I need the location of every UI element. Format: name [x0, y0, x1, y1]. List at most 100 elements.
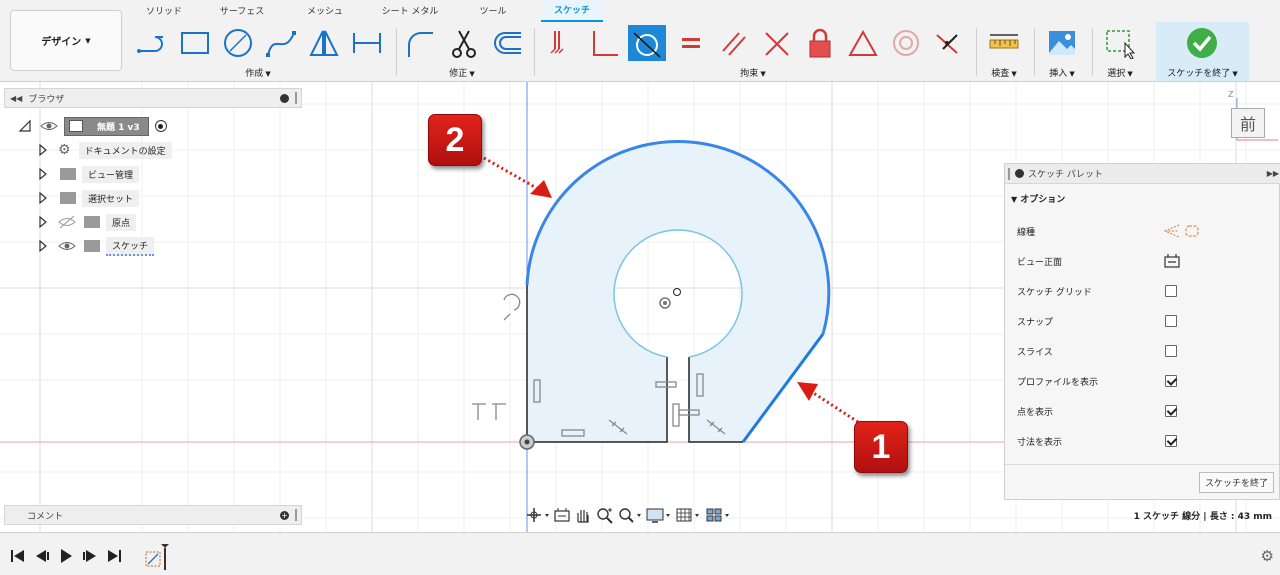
display-settings-icon[interactable] [644, 506, 674, 524]
perpendicular-constraint-button[interactable] [587, 26, 623, 60]
coincident-constraint-button[interactable] [759, 26, 795, 60]
tree-item-view-management[interactable]: ビュー管理 [38, 165, 140, 183]
tree-item-origin[interactable]: 原点 [38, 213, 137, 231]
equal-icon [682, 38, 700, 48]
grid-settings-icon[interactable] [674, 506, 704, 524]
divider [1034, 28, 1035, 76]
activate-radio-icon[interactable] [154, 120, 167, 132]
tree-root[interactable]: 無題 1 v3 [18, 116, 167, 136]
pan-hand-icon[interactable] [572, 506, 594, 524]
drag-handle-icon[interactable] [295, 509, 297, 521]
look-at-icon[interactable] [1163, 253, 1181, 269]
centerline-icon[interactable] [1183, 223, 1201, 239]
rectangle-tool-button[interactable] [177, 26, 213, 60]
orbit-icon[interactable] [526, 506, 552, 524]
palette-row-slice: スライス [1017, 336, 1267, 366]
zoom-icon[interactable] [594, 506, 616, 524]
fit-zoom-icon[interactable] [616, 506, 644, 524]
timeline-sketch-feature[interactable] [144, 542, 170, 570]
sketch-grid-checkbox[interactable] [1165, 285, 1177, 297]
construction-line-icon[interactable] [1163, 223, 1181, 239]
tab-tools[interactable]: ツール [478, 4, 508, 17]
concentric-constraint-button[interactable] [888, 26, 924, 60]
minimize-icon[interactable] [1015, 169, 1024, 178]
insert-group-label[interactable]: 挿入 ▼ [1042, 66, 1082, 79]
palette-row-label: プロファイルを表示 [1017, 377, 1099, 388]
collapsed-icon[interactable] [38, 192, 48, 204]
snap-checkbox[interactable] [1165, 315, 1177, 327]
timeline-settings-gear-icon[interactable]: ⚙ [1261, 547, 1274, 565]
folder-icon [84, 240, 100, 252]
add-comment-icon[interactable]: + [280, 510, 289, 520]
show-profile-checkbox[interactable] [1165, 375, 1177, 387]
modify-group-label[interactable]: 修正 ▼ [442, 66, 482, 79]
eye-icon[interactable] [58, 239, 76, 253]
browser-panel-header[interactable]: ◀◀ ブラウザ [4, 88, 302, 108]
line-tool-button[interactable] [134, 26, 170, 60]
divider [396, 28, 397, 76]
fillet-tool-button[interactable] [402, 26, 438, 60]
drag-handle-icon[interactable] [295, 92, 297, 104]
insert-image-button[interactable] [1044, 26, 1080, 60]
workspace-dropdown[interactable]: デザイン ▼ [10, 10, 122, 71]
step-back-icon[interactable] [34, 549, 50, 563]
viewports-icon[interactable] [704, 506, 734, 524]
constraints-group-label[interactable]: 拘束 ▼ [733, 66, 773, 79]
lock-constraint-button[interactable] [802, 26, 838, 60]
view-cube[interactable]: 前 [1231, 108, 1265, 138]
collapsed-icon[interactable] [38, 240, 48, 252]
create-group-label[interactable]: 作成 ▼ [238, 66, 278, 79]
tree-item-document-settings[interactable]: ⚙ ドキュメントの設定 [38, 141, 172, 159]
tree-item-selection-sets[interactable]: 選択セット [38, 189, 140, 207]
collapsed-icon[interactable] [38, 144, 48, 156]
inspect-group-label[interactable]: 検査 ▼ [984, 66, 1024, 79]
collapsed-icon[interactable] [38, 216, 48, 228]
dimension-tool-button[interactable] [349, 26, 385, 60]
measure-tool-button[interactable] [986, 26, 1022, 60]
look-at-icon[interactable] [552, 506, 572, 524]
drag-handle-icon[interactable] [1008, 167, 1010, 180]
expanded-icon[interactable] [18, 119, 32, 133]
palette-row-look-at: ビュー正面 [1017, 246, 1267, 276]
collapsed-icon[interactable] [38, 168, 48, 180]
go-to-end-icon[interactable] [106, 549, 122, 563]
show-dimensions-checkbox[interactable] [1165, 435, 1177, 447]
collapse-icon[interactable]: ◀◀ [10, 94, 22, 103]
equal-constraint-button[interactable] [673, 26, 709, 60]
circle-tool-button[interactable] [220, 26, 256, 60]
options-section-header[interactable]: ▼ オプション [1011, 192, 1065, 205]
palette-header[interactable]: スケッチ パレット ▶▶ [1005, 164, 1280, 184]
parallel-constraint-button[interactable] [716, 26, 752, 60]
eye-hidden-icon[interactable] [58, 215, 76, 229]
show-points-checkbox[interactable] [1165, 405, 1177, 417]
view-cube-face: 前 [1239, 115, 1256, 134]
tab-sketch[interactable]: スケッチ [541, 0, 603, 22]
chevron-down-icon: ▼ [1011, 195, 1018, 204]
expand-icon[interactable]: ▶▶ [1267, 169, 1279, 178]
comments-panel-header[interactable]: コメント + [4, 505, 302, 525]
tab-mesh[interactable]: メッシュ [305, 4, 345, 17]
tree-item-sketches[interactable]: スケッチ [38, 236, 155, 256]
triangle-constraint-button[interactable] [845, 26, 881, 60]
step-forward-icon[interactable] [82, 549, 98, 563]
tab-solid[interactable]: ソリッド [146, 4, 182, 17]
tab-sheet-metal[interactable]: シート メタル [380, 4, 440, 17]
slice-checkbox[interactable] [1165, 345, 1177, 357]
fix-constraint-button[interactable] [544, 26, 580, 60]
spline-tool-button[interactable] [263, 26, 299, 60]
eye-icon[interactable] [40, 119, 58, 133]
go-to-start-icon[interactable] [10, 549, 26, 563]
select-tool-button[interactable] [1102, 26, 1138, 60]
midpoint-constraint-button[interactable] [930, 26, 966, 60]
tab-surface[interactable]: サーフェス [218, 4, 266, 17]
mirror-tool-button[interactable] [306, 26, 342, 60]
play-icon[interactable] [58, 549, 74, 563]
divider [976, 28, 977, 76]
minimize-icon[interactable] [280, 93, 289, 103]
palette-finish-sketch-button[interactable]: スケッチを終了 [1199, 472, 1274, 493]
select-group-label[interactable]: 選択 ▼ [1100, 66, 1140, 79]
trim-tool-button[interactable] [446, 26, 482, 60]
root-component[interactable]: 無題 1 v3 [64, 116, 149, 136]
offset-tool-button[interactable] [490, 26, 526, 60]
tangent-constraint-button[interactable] [628, 25, 666, 61]
